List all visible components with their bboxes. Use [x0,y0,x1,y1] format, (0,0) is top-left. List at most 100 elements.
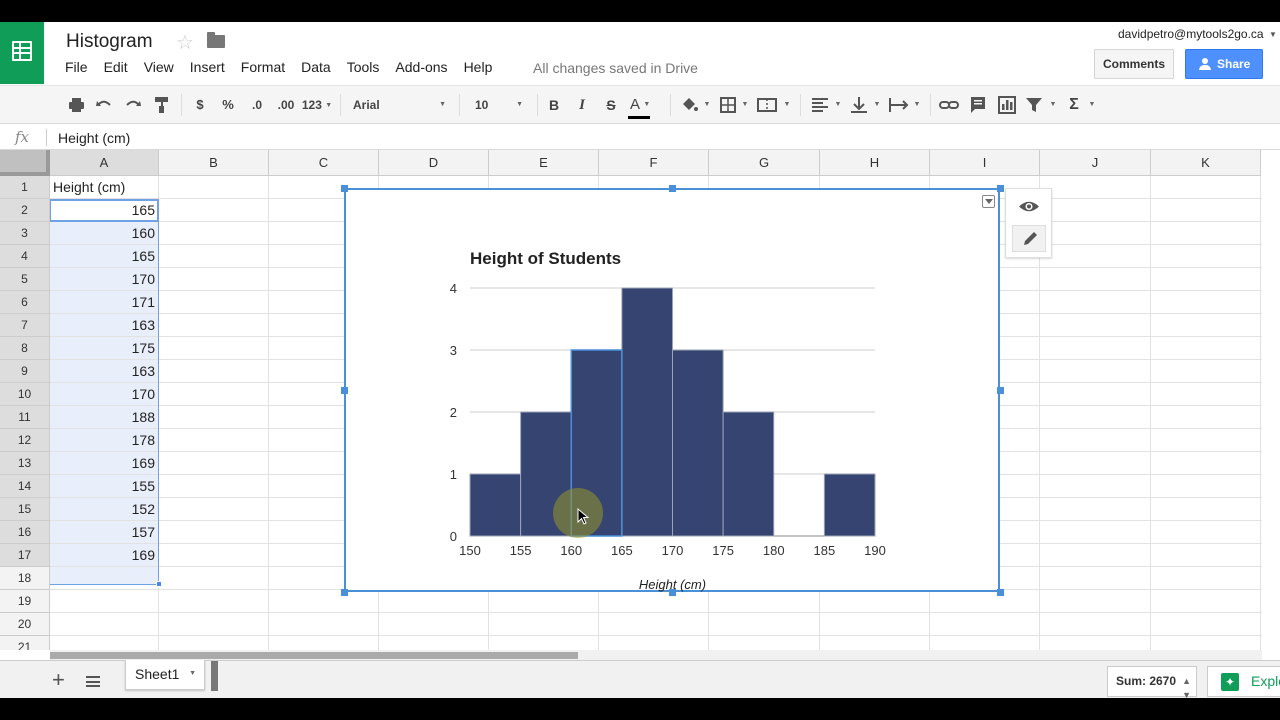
histogram-chart[interactable]: Height of Students 0 1 2 3 4 150 155 160 165 170 17… [344,188,1000,592]
sheet-tab-sheet1[interactable]: Sheet1 ▼ [125,660,205,690]
insert-chart-icon[interactable] [997,95,1017,115]
chart-menu-dropdown-icon[interactable] [982,195,995,208]
percent-format-button[interactable]: % [220,95,236,115]
font-size-select[interactable]: 10 ▼ [469,93,529,117]
cell-a12[interactable]: 178 [51,432,155,448]
account-caret-icon[interactable]: ▼ [1269,30,1277,39]
column-header-k[interactable]: K [1151,150,1261,176]
row-header-2[interactable]: 2 [0,199,50,222]
chart-resize-handle[interactable] [669,185,676,192]
borders-icon[interactable] [719,95,737,115]
row-header-12[interactable]: 12 [0,429,50,452]
menu-view[interactable]: View [144,59,174,75]
menu-addons[interactable]: Add-ons [395,59,447,75]
row-header-11[interactable]: 11 [0,406,50,429]
row-header-14[interactable]: 14 [0,475,50,498]
sum-toggle-icon[interactable]: ▲ ▼ [1182,674,1191,698]
add-sheet-button[interactable]: + [52,667,65,693]
horizontal-align-caret-icon[interactable]: ▼ [834,95,842,115]
filter-icon[interactable] [1025,95,1043,115]
edit-chart-button[interactable] [1012,225,1046,252]
strikethrough-button[interactable]: S [604,95,618,115]
row-header-9[interactable]: 9 [0,360,50,383]
print-icon[interactable] [68,95,85,115]
column-header-a[interactable]: A [50,150,159,176]
undo-icon[interactable] [95,95,113,115]
column-header-b[interactable]: B [159,150,269,176]
text-color-button[interactable]: A ▼ [630,95,660,115]
cell-a16[interactable]: 157 [51,524,155,540]
cell-a7[interactable]: 163 [51,317,155,333]
horizontal-scroll-thumb[interactable] [50,652,578,659]
cell-a8[interactable]: 175 [51,340,155,356]
borders-caret-icon[interactable]: ▼ [741,95,749,115]
row-header-16[interactable]: 16 [0,521,50,544]
font-select[interactable]: Arial ▼ [347,93,452,117]
row-header-21[interactable]: 21 [0,636,50,650]
functions-caret-icon[interactable]: ▼ [1088,95,1096,115]
vertical-align-icon[interactable] [850,95,868,115]
menu-insert[interactable]: Insert [190,59,225,75]
increase-decimals-button[interactable]: .00 [273,95,299,115]
column-header-g[interactable]: G [709,150,820,176]
row-header-7[interactable]: 7 [0,314,50,337]
row-header-1[interactable]: 1 [0,176,50,199]
decrease-decimals-button[interactable]: .0 [246,95,268,115]
document-title[interactable]: Histogram [66,31,153,53]
more-formats-button[interactable]: 123 ▼ [300,95,334,115]
menu-format[interactable]: Format [241,59,285,75]
cell-a6[interactable]: 171 [51,294,155,310]
column-header-e[interactable]: E [489,150,599,176]
row-header-15[interactable]: 15 [0,498,50,521]
user-email[interactable]: davidpetro@mytools2go.ca [1118,27,1264,41]
eye-icon[interactable] [1012,194,1046,219]
chart-resize-handle[interactable] [997,387,1004,394]
cell-a11[interactable]: 188 [51,409,155,425]
column-header-i[interactable]: I [930,150,1040,176]
functions-button[interactable]: Σ [1066,95,1082,115]
row-header-8[interactable]: 8 [0,337,50,360]
cell-a15[interactable]: 152 [51,501,155,517]
menu-data[interactable]: Data [301,59,331,75]
cell-a14[interactable]: 155 [51,478,155,494]
cell-a13[interactable]: 169 [51,455,155,471]
insert-comment-icon[interactable] [969,95,987,115]
row-header-17[interactable]: 17 [0,544,50,567]
horizontal-align-icon[interactable] [811,95,829,115]
sheets-logo-icon[interactable] [0,22,44,84]
horizontal-scrollbar[interactable] [50,650,1262,660]
formula-input[interactable]: Height (cm) [58,130,130,146]
chart-resize-handle[interactable] [341,387,348,394]
insert-link-icon[interactable] [938,95,960,115]
save-status[interactable]: All changes saved in Drive [533,60,698,76]
row-header-4[interactable]: 4 [0,245,50,268]
row-header-19[interactable]: 19 [0,590,50,613]
chart-resize-handle[interactable] [669,589,676,596]
menu-tools[interactable]: Tools [347,59,380,75]
row-header-5[interactable]: 5 [0,268,50,291]
currency-format-button[interactable]: $ [193,95,207,115]
cell-a17[interactable]: 169 [51,547,155,563]
chart-resize-handle[interactable] [341,185,348,192]
fill-color-icon[interactable] [680,95,700,115]
cell-a1-header[interactable]: Height (cm) [53,179,125,195]
comments-button[interactable]: Comments [1094,49,1174,79]
menu-help[interactable]: Help [464,59,493,75]
column-header-f[interactable]: F [599,150,709,176]
fill-color-caret-icon[interactable]: ▼ [703,95,711,115]
cell-a9[interactable]: 163 [51,363,155,379]
star-icon[interactable]: ☆ [176,30,194,55]
column-header-c[interactable]: C [269,150,379,176]
chart-resize-handle[interactable] [997,185,1004,192]
column-header-d[interactable]: D [379,150,489,176]
cell-a10[interactable]: 170 [51,386,155,402]
vertical-align-caret-icon[interactable]: ▼ [873,95,881,115]
italic-button[interactable]: I [576,95,588,115]
menu-file[interactable]: File [65,59,88,75]
cell-a2[interactable]: 165 [51,202,155,218]
all-sheets-menu-icon[interactable] [86,676,100,687]
folder-icon[interactable] [207,32,225,48]
explore-button[interactable]: ✦ Explore [1207,666,1280,697]
select-all-corner[interactable] [0,150,50,176]
row-header-10[interactable]: 10 [0,383,50,406]
